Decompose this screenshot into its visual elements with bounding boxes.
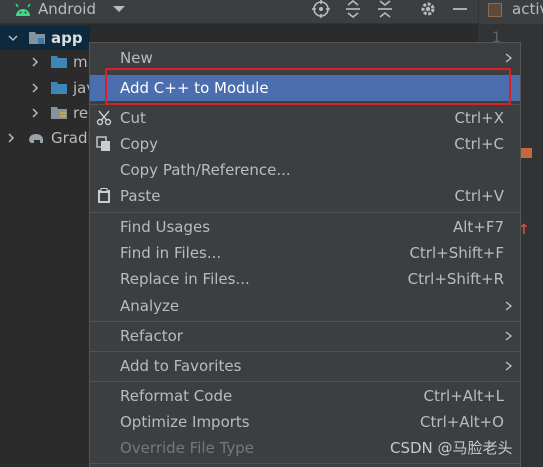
menu-item-label: Find in Files... (120, 244, 222, 262)
copy-icon (96, 136, 110, 151)
menu-item-add-to-favorites[interactable]: Add to Favorites (90, 353, 520, 379)
menu-item-label: Refactor (120, 327, 183, 345)
menu-item-replace-in-files[interactable]: Replace in Files... Ctrl+Shift+R (90, 266, 520, 292)
gutter-marker (520, 148, 532, 158)
project-toolbar: Android (0, 0, 478, 24)
clipboard-icon (98, 188, 110, 203)
menu-item-label: Reformat Code (120, 387, 233, 405)
menu-item-shortcut: Ctrl+Alt+O (420, 413, 504, 431)
menu-item-refactor[interactable]: Refactor (90, 323, 520, 349)
menu-item-copy[interactable]: Copy Ctrl+C (90, 131, 520, 157)
submenu-arrow-icon (505, 331, 512, 341)
menu-separator (90, 212, 520, 213)
menu-item-label: Cut (120, 109, 146, 127)
folder-icon (51, 56, 67, 68)
context-menu: New Add C++ to Module Cut Ctrl+X Copy Ct… (89, 42, 521, 467)
tree-item-res[interactable]: re (0, 101, 90, 125)
tree-item-label: Gradl (51, 129, 92, 147)
chevron-down-icon[interactable] (8, 33, 18, 43)
chevron-right-icon[interactable] (30, 57, 40, 67)
menu-item-shortcut: Ctrl+C (454, 135, 504, 153)
expand-all-icon[interactable] (343, 0, 363, 18)
menu-item-label: Add C++ to Module (120, 79, 269, 97)
menu-item-shortcut: Ctrl+Shift+F (409, 244, 504, 262)
menu-item-label: Optimize Imports (120, 413, 250, 431)
watermark: CSDN @马脸老头 (390, 439, 513, 457)
menu-item-label: Copy Path/Reference... (120, 161, 291, 179)
menu-separator (90, 463, 520, 464)
resource-folder-icon (51, 107, 67, 119)
tree-item-app[interactable]: app (0, 26, 90, 50)
menu-item-cut[interactable]: Cut Ctrl+X (90, 105, 520, 131)
menu-item-label: Find Usages (120, 218, 211, 236)
menu-item-copy-path[interactable]: Copy Path/Reference... (90, 157, 520, 183)
tree-item-label: m (73, 53, 88, 71)
menu-item-label: Replace in Files... (120, 270, 250, 288)
collapse-all-icon[interactable] (375, 0, 395, 18)
menu-separator (90, 321, 520, 322)
chevron-right-icon[interactable] (30, 83, 40, 93)
menu-item-label: Add to Favorites (120, 357, 242, 375)
menu-item-add-cpp-to-module[interactable]: Add C++ to Module (90, 75, 520, 101)
menu-item-label: New (120, 49, 153, 67)
menu-item-paste[interactable]: Paste Ctrl+V (90, 183, 520, 209)
menu-item-shortcut: Ctrl+Alt+L (423, 387, 505, 405)
editor-tab-label[interactable]: activ (512, 0, 543, 18)
tree-item-label: re (73, 104, 89, 122)
menu-item-find-in-files[interactable]: Find in Files... Ctrl+Shift+F (90, 240, 520, 266)
scissors-icon (96, 110, 112, 126)
locate-target-icon[interactable] (311, 0, 331, 18)
module-folder-icon (29, 32, 45, 44)
menu-item-optimize-imports[interactable]: Optimize Imports Ctrl+Alt+O (90, 409, 520, 435)
android-icon (15, 3, 31, 16)
menu-item-analyze[interactable]: Analyze (90, 293, 520, 319)
menu-item-label: Copy (120, 135, 159, 153)
menu-item-shortcut: Ctrl+Shift+R (407, 270, 504, 288)
submenu-arrow-icon (505, 301, 512, 311)
menu-item-shortcut: Ctrl+X (454, 109, 504, 127)
dropdown-arrow-icon[interactable] (112, 4, 126, 14)
tree-item-manifests[interactable]: m (0, 50, 90, 74)
project-view-title[interactable]: Android (38, 0, 96, 18)
chevron-right-icon[interactable] (30, 108, 40, 118)
hide-minus-icon[interactable] (450, 0, 470, 18)
submenu-arrow-icon (505, 53, 512, 63)
folder-icon (51, 82, 67, 94)
menu-item-label: Override File Type (120, 439, 254, 457)
menu-item-shortcut: Alt+F7 (452, 218, 504, 236)
menu-item-shortcut: Ctrl+V (454, 187, 504, 205)
menu-item-reformat-code[interactable]: Reformat Code Ctrl+Alt+L (90, 383, 520, 409)
gradle-elephant-icon (29, 134, 43, 143)
menu-separator (90, 381, 520, 382)
menu-item-new[interactable]: New (90, 45, 520, 71)
gear-icon[interactable] (418, 0, 438, 18)
chevron-right-icon[interactable] (6, 133, 16, 143)
menu-item-find-usages[interactable]: Find Usages Alt+F7 (90, 214, 520, 240)
menu-separator (90, 351, 520, 352)
tree-item-label: app (51, 29, 83, 47)
submenu-arrow-icon (505, 361, 512, 371)
tree-item-java[interactable]: jav (0, 76, 95, 100)
layout-file-icon (488, 3, 502, 17)
menu-item-label: Analyze (120, 297, 180, 315)
tree-item-gradle-scripts[interactable]: Gradl (0, 126, 92, 150)
menu-item-label: Paste (120, 187, 161, 205)
project-tree: app m jav re Gradl (0, 24, 95, 467)
